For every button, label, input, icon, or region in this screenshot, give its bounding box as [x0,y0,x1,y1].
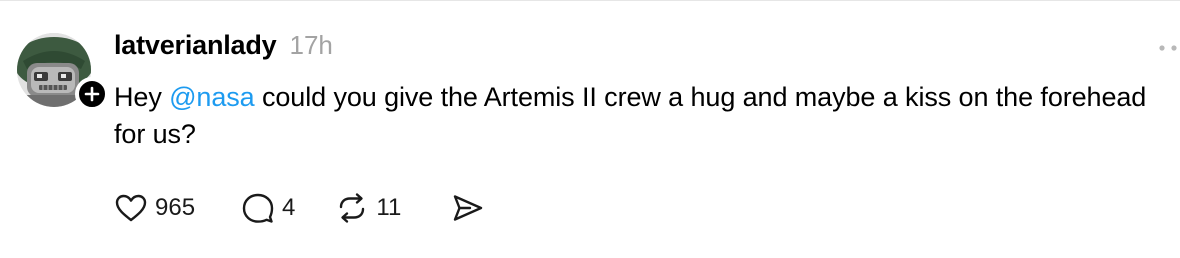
post-text-after-mention: could you give the Artemis II crew a hug… [114,82,1147,149]
top-divider [0,0,1180,1]
reply-button[interactable]: 4 [241,192,295,224]
repost-count: 11 [376,194,402,221]
action-bar: 965 4 11 [114,190,485,226]
timestamp: 17h [289,30,333,60]
comment-icon [242,193,274,223]
like-count: 965 [155,194,196,221]
more-dots-icon [1159,45,1177,51]
repost-icon [340,193,365,223]
post-body: Hey @nasa could you give the Artemis II … [114,79,1174,153]
share-button[interactable] [451,192,485,224]
reply-count: 4 [282,194,296,221]
share-icon [454,195,483,221]
avatar-container[interactable] [17,33,109,113]
like-button[interactable]: 965 [114,193,195,223]
mention-link[interactable]: @nasa [169,82,255,112]
heart-icon [115,194,147,222]
plus-icon [84,86,100,102]
username[interactable]: latverianlady [114,30,277,61]
post-header: latverianlady 17h [114,30,333,61]
more-options-button[interactable] [1152,36,1180,60]
repost-button[interactable]: 11 [335,192,401,224]
follow-button[interactable] [75,77,109,111]
thread-post: latverianlady 17h Hey @nasa could you gi… [0,0,1180,258]
post-text-before-mention: Hey [114,82,170,112]
